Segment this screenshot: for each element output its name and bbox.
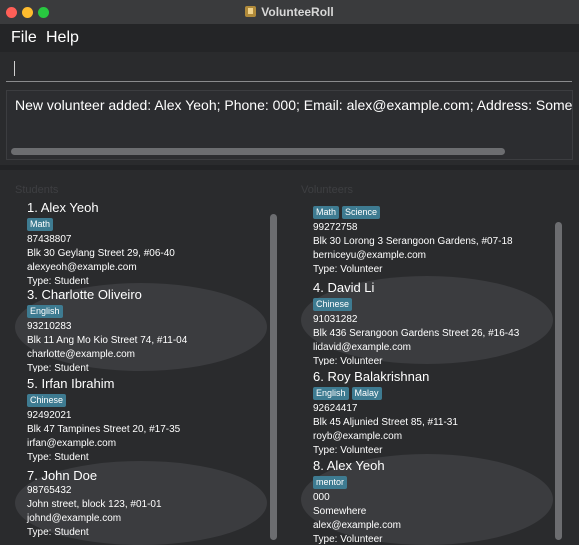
- tag: Chinese: [313, 298, 353, 311]
- student-phone: 92492021: [27, 410, 72, 421]
- app-icon: [245, 6, 257, 17]
- volunteers-list[interactable]: Math Science 99272758 Blk 30 Lorong 3 Ser…: [301, 200, 553, 545]
- tag: Malay: [351, 387, 382, 400]
- volunteer-name: 4. David Li: [313, 280, 375, 295]
- text-caret: [14, 61, 15, 76]
- section-divider: [0, 165, 579, 170]
- volunteer-email: royb@example.com: [313, 431, 403, 442]
- student-name: 5. Irfan Ibrahim: [27, 376, 115, 391]
- volunteer-address: Somewhere: [313, 506, 367, 517]
- volunteer-phone: 000: [313, 492, 330, 503]
- tag: Math: [313, 206, 340, 219]
- student-address: Blk 47 Tampines Street 20, #17-35: [27, 424, 181, 435]
- volunteer-address: Blk 30 Lorong 3 Serangoon Gardens, #07-1…: [313, 236, 513, 247]
- student-address: John street, block 123, #01-01: [27, 499, 162, 510]
- students-vertical-scrollbar[interactable]: [270, 214, 277, 540]
- command-box: [0, 52, 579, 87]
- student-card[interactable]: 1. Alex Yeoh Math 87438807 Blk 30 Geylan…: [15, 200, 267, 287]
- tag: mentor: [313, 476, 348, 489]
- student-address: Blk 30 Geylang Street 29, #06-40: [27, 248, 175, 259]
- tag: English: [313, 387, 349, 400]
- volunteers-panel-title: Volunteers: [301, 184, 353, 196]
- command-input[interactable]: [6, 56, 572, 82]
- student-name: 1. Alex Yeoh: [27, 200, 99, 215]
- volunteer-name: 6. Roy Balakrishnan: [313, 369, 430, 384]
- student-name: 3. Charlotte Oliveiro: [27, 287, 142, 302]
- menu-bar: File Help: [0, 24, 579, 52]
- tag: Chinese: [27, 394, 67, 407]
- student-email: irfan@example.com: [27, 438, 117, 449]
- student-phone: 98765432: [27, 485, 72, 496]
- volunteers-vertical-scrollbar[interactable]: [555, 222, 562, 540]
- volunteer-card[interactable]: 4. David Li Chinese 91031282 Blk 436 Ser…: [301, 276, 553, 367]
- students-panel-title: Students: [15, 184, 59, 196]
- student-email: charlotte@example.com: [27, 349, 135, 360]
- student-card[interactable]: 5. Irfan Ibrahim Chinese 92492021 Blk 47…: [15, 372, 267, 463]
- students-list[interactable]: 1. Alex Yeoh Math 87438807 Blk 30 Geylan…: [15, 200, 267, 545]
- volunteer-email: berniceyu@example.com: [313, 250, 426, 261]
- student-type: Type: Student: [27, 527, 89, 538]
- student-email: alexyeoh@example.com: [27, 262, 137, 273]
- volunteer-card[interactable]: Math Science 99272758 Blk 30 Lorong 3 Ser…: [301, 200, 553, 275]
- student-phone: 93210283: [27, 321, 72, 332]
- menu-help[interactable]: Help: [46, 29, 79, 47]
- volunteer-type: Type: Volunteer: [313, 264, 383, 275]
- volunteer-phone: 92624417: [313, 403, 358, 414]
- volunteer-email: alex@example.com: [313, 520, 401, 531]
- volunteer-phone: 91031282: [313, 314, 358, 325]
- volunteer-name: 8. Alex Yeoh: [313, 458, 385, 473]
- result-horizontal-scrollbar[interactable]: [11, 148, 505, 155]
- volunteer-email: lidavid@example.com: [313, 342, 411, 353]
- volunteer-address: Blk 436 Serangoon Gardens Street 26, #16…: [313, 328, 520, 339]
- volunteer-address: Blk 45 Aljunied Street 85, #11-31: [313, 417, 458, 428]
- student-phone: 87438807: [27, 234, 72, 245]
- tag: Science: [342, 206, 381, 219]
- menu-file[interactable]: File: [11, 29, 37, 47]
- result-message: New volunteer added: Alex Yeoh; Phone: 0…: [15, 97, 573, 113]
- window-title-text: VolunteeRoll: [261, 5, 334, 19]
- window-title: VolunteeRoll: [0, 5, 579, 19]
- volunteer-phone: 99272758: [313, 222, 358, 233]
- tag: Math: [27, 218, 54, 231]
- volunteer-card[interactable]: 8. Alex Yeoh mentor 000 Somewhere alex@e…: [301, 454, 553, 545]
- volunteer-card[interactable]: 6. Roy Balakrishnan English Malay 9262441…: [301, 365, 553, 456]
- title-bar: VolunteeRoll: [0, 0, 579, 24]
- volunteer-type: Type: Volunteer: [313, 534, 383, 545]
- student-card[interactable]: 3. Charlotte Oliveiro English 93210283 B…: [15, 283, 267, 374]
- result-display: New volunteer added: Alex Yeoh; Phone: 0…: [6, 90, 573, 160]
- student-address: Blk 11 Ang Mo Kio Street 74, #11-04: [27, 335, 188, 346]
- student-email: johnd@example.com: [27, 513, 122, 524]
- student-card[interactable]: 7. John Doe 98765432 John street, block …: [15, 461, 267, 545]
- tag: English: [27, 305, 63, 318]
- student-name: 7. John Doe: [27, 468, 98, 483]
